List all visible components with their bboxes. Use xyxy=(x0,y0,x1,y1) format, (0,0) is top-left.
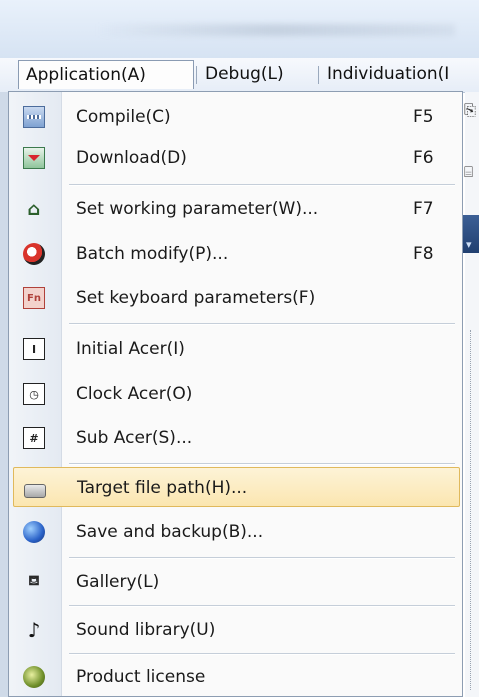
menu-item-shortcut: F5 xyxy=(413,107,434,127)
background-toolbar-edge xyxy=(0,92,8,697)
menu-individuation[interactable]: Individuation(I xyxy=(320,60,479,89)
menu-application[interactable]: Application(A) xyxy=(18,60,194,89)
gallery-icon: ⛾ xyxy=(28,573,40,589)
house-icon: ⌂ xyxy=(27,198,41,220)
menu-item-set-working-parameter[interactable]: ⌂ Set working parameter(W)... F7 xyxy=(9,189,462,229)
menu-item-set-keyboard-parameters[interactable]: Fn Set keyboard parameters(F) xyxy=(9,278,462,318)
download-icon xyxy=(23,147,45,169)
menu-item-label: Set working parameter(W)... xyxy=(76,199,319,219)
clock-icon: ◷ xyxy=(23,383,45,405)
menu-item-shortcut: F6 xyxy=(413,148,434,168)
menu-item-sub-acer[interactable]: # Sub Acer(S)... xyxy=(9,418,462,458)
initial-icon: I xyxy=(23,338,45,360)
application-menu-dropdown: Compile(C) F5 Download(D) F6 ⌂ Set worki… xyxy=(8,91,463,697)
menu-separator xyxy=(69,557,455,559)
fn-key-icon: Fn xyxy=(23,287,45,309)
menu-item-label: Target file path(H)... xyxy=(77,478,248,498)
menu-separator xyxy=(69,463,455,465)
menu-item-shortcut: F7 xyxy=(413,199,434,219)
menu-item-label: Clock Acer(O) xyxy=(76,384,193,404)
panel-arrow-icon: ▾ xyxy=(466,238,472,251)
menu-item-label: Sound library(U) xyxy=(76,620,216,640)
menu-item-product-license[interactable]: Product license xyxy=(9,657,462,697)
workspace-area xyxy=(465,92,479,697)
menu-bar: Application(A) Debug(L) Individuation(I xyxy=(0,58,479,93)
menu-separator xyxy=(69,605,455,607)
globe-icon xyxy=(23,521,45,543)
menu-divider xyxy=(318,66,319,84)
window-title-bar xyxy=(0,0,479,58)
menu-separator xyxy=(69,184,455,186)
menu-item-label: Set keyboard parameters(F) xyxy=(76,288,316,308)
drive-icon xyxy=(24,477,46,499)
menu-item-label: Initial Acer(I) xyxy=(76,339,185,359)
menu-item-label: Download(D) xyxy=(76,148,187,168)
menu-item-label: Product license xyxy=(76,667,206,687)
menu-item-sound-library[interactable]: ♪ Sound library(U) xyxy=(9,610,462,650)
menu-item-initial-acer[interactable]: I Initial Acer(I) xyxy=(9,329,462,369)
menu-item-download[interactable]: Download(D) F6 xyxy=(9,138,462,178)
toolbar-icon-partial: ⎘ xyxy=(464,101,477,119)
menu-divider xyxy=(196,66,197,84)
menu-separator xyxy=(69,323,455,325)
menu-item-compile[interactable]: Compile(C) F5 xyxy=(9,97,462,137)
toolbar-icon-partial: ⌸ xyxy=(464,163,474,181)
blurred-title xyxy=(95,24,455,36)
menu-item-label: Sub Acer(S)... xyxy=(76,428,193,448)
menu-item-gallery[interactable]: ⛾ Gallery(L) xyxy=(9,562,462,602)
menu-item-batch-modify[interactable]: Batch modify(P)... F8 xyxy=(9,234,462,274)
menu-debug[interactable]: Debug(L) xyxy=(198,60,316,89)
sub-icon: # xyxy=(23,427,45,449)
license-icon xyxy=(23,666,45,688)
menu-item-clock-acer[interactable]: ◷ Clock Acer(O) xyxy=(9,374,462,414)
music-note-icon: ♪ xyxy=(27,618,41,642)
menu-item-label: Compile(C) xyxy=(76,107,171,127)
batch-modify-icon xyxy=(23,243,45,265)
menu-item-label: Batch modify(P)... xyxy=(76,244,229,264)
menu-item-save-and-backup[interactable]: Save and backup(B)... xyxy=(9,512,462,552)
menu-item-label: Save and backup(B)... xyxy=(76,522,264,542)
grid-dots xyxy=(470,330,472,690)
menu-item-label: Gallery(L) xyxy=(76,572,160,592)
menu-separator xyxy=(69,653,455,655)
menu-item-shortcut: F8 xyxy=(413,244,434,264)
compile-icon xyxy=(23,106,45,128)
menu-item-target-file-path[interactable]: Target file path(H)... xyxy=(13,467,460,507)
